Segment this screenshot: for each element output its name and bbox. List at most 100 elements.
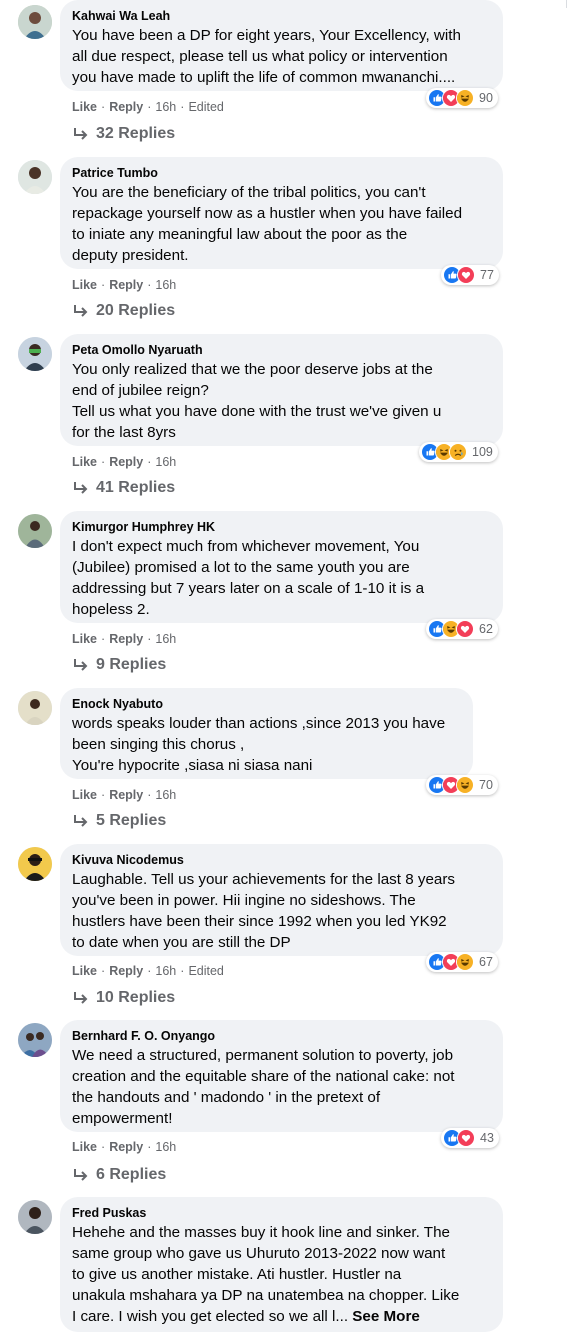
separator-dot: ·: [101, 788, 106, 802]
comment-text-line: (Jubilee) promised a lot to the same you…: [72, 559, 410, 576]
reaction-summary[interactable]: 67: [426, 952, 498, 972]
comment-author[interactable]: Bernhard F. O. Onyango: [72, 1028, 491, 1044]
comment-text: We need a structured, permanent solution…: [72, 1045, 491, 1129]
separator-dot: ·: [101, 964, 106, 978]
comment-text: You are the beneficiary of the tribal po…: [72, 182, 491, 266]
reply-arrow-icon: [74, 1169, 88, 1181]
avatar[interactable]: [18, 514, 52, 548]
like-button[interactable]: Like: [72, 100, 97, 114]
view-replies-link[interactable]: 6 Replies: [72, 1165, 166, 1185]
view-replies-link[interactable]: 32 Replies: [72, 124, 175, 144]
replies-count-label: 6 Replies: [96, 1166, 167, 1183]
comment-text-line: you have made to uplift the life of comm…: [72, 69, 456, 86]
haha-reaction-icon: [456, 953, 474, 971]
avatar[interactable]: [18, 5, 52, 39]
comment-timestamp[interactable]: 16h: [155, 278, 176, 292]
comment-bubble: Patrice Tumbo You are the beneficiary of…: [60, 157, 503, 269]
comment-text-line: creation and the equitable share of the …: [72, 1068, 455, 1085]
reply-arrow-icon: [74, 659, 88, 671]
edited-label[interactable]: Edited: [188, 964, 223, 978]
reaction-summary[interactable]: 70: [426, 775, 498, 795]
reply-arrow-icon: [74, 482, 88, 494]
comment-text: Laughable. Tell us your achievements for…: [72, 869, 491, 953]
comment-author[interactable]: Enock Nyabuto: [72, 696, 461, 712]
comment-actions: Like · Reply · 16h: [72, 631, 176, 647]
comment-timestamp[interactable]: 16h: [155, 632, 176, 646]
separator-dot: ·: [101, 455, 106, 469]
view-replies-link[interactable]: 20 Replies: [72, 301, 175, 321]
comment-text-line: deputy president.: [72, 247, 189, 264]
reply-button[interactable]: Reply: [109, 632, 143, 646]
comment-text-line: end of jubilee reign?: [72, 382, 209, 399]
comment-text-line: to give us another mistake. Ati hustler.…: [72, 1266, 402, 1283]
reply-button[interactable]: Reply: [109, 1140, 143, 1154]
comment-bubble: Enock Nyabuto words speaks louder than a…: [60, 688, 473, 779]
replies-count-label: 9 Replies: [96, 656, 167, 673]
comment-timestamp[interactable]: 16h: [155, 100, 176, 114]
reaction-count: 70: [479, 778, 493, 792]
separator-dot: ·: [101, 632, 106, 646]
reply-button[interactable]: Reply: [109, 788, 143, 802]
edited-label[interactable]: Edited: [188, 100, 223, 114]
comment-author[interactable]: Kivuva Nicodemus: [72, 852, 491, 868]
reply-button[interactable]: Reply: [109, 278, 143, 292]
avatar[interactable]: [18, 337, 52, 371]
reaction-summary[interactable]: 77: [441, 265, 499, 285]
reaction-summary[interactable]: 43: [441, 1128, 499, 1148]
replies-count-label: 20 Replies: [96, 302, 176, 319]
avatar[interactable]: [18, 847, 52, 881]
replies-count-label: 41 Replies: [96, 479, 176, 496]
comment-text-line: unakula mshahara ya DP na unatembea na c…: [72, 1287, 460, 1304]
comment-text-line: empowerment!: [72, 1110, 173, 1127]
like-button[interactable]: Like: [72, 278, 97, 292]
reply-button[interactable]: Reply: [109, 964, 143, 978]
comment-bubble: Bernhard F. O. Onyango We need a structu…: [60, 1020, 503, 1132]
view-replies-link[interactable]: 9 Replies: [72, 655, 166, 675]
comment-text-line: hustlers have been their since 1992 when…: [72, 913, 447, 930]
reply-button[interactable]: Reply: [109, 100, 143, 114]
reaction-count: 43: [480, 1131, 494, 1145]
like-button[interactable]: Like: [72, 1140, 97, 1154]
comment-author[interactable]: Patrice Tumbo: [72, 165, 491, 181]
comment-actions: Like · Reply · 16h: [72, 787, 176, 803]
see-more-link[interactable]: See More: [352, 1308, 420, 1325]
comment-author[interactable]: Kimurgor Humphrey HK: [72, 519, 491, 535]
reaction-summary[interactable]: 90: [426, 88, 498, 108]
comment-actions: Like · Reply · 16h: [72, 1139, 176, 1155]
like-button[interactable]: Like: [72, 455, 97, 469]
comment-author[interactable]: Peta Omollo Nyaruath: [72, 342, 491, 358]
sad-reaction-icon: [449, 443, 467, 461]
comment-timestamp[interactable]: 16h: [155, 455, 176, 469]
avatar[interactable]: [18, 1200, 52, 1234]
view-replies-link[interactable]: 5 Replies: [72, 811, 166, 831]
view-replies-link[interactable]: 41 Replies: [72, 478, 175, 498]
separator-dot: ·: [180, 100, 185, 114]
view-replies-link[interactable]: 10 Replies: [72, 988, 175, 1008]
comment-text-line: hopeless 2.: [72, 601, 150, 618]
comment-author[interactable]: Fred Puskas: [72, 1205, 491, 1221]
reaction-summary[interactable]: 109: [419, 442, 498, 462]
separator-dot: ·: [101, 100, 106, 114]
avatar[interactable]: [18, 160, 52, 194]
top-right-rule: [566, 0, 567, 8]
reply-button[interactable]: Reply: [109, 455, 143, 469]
comment-timestamp[interactable]: 16h: [155, 788, 176, 802]
separator-dot: ·: [147, 788, 152, 802]
replies-count-label: 10 Replies: [96, 989, 176, 1006]
avatar[interactable]: [18, 1023, 52, 1057]
comment-timestamp[interactable]: 16h: [155, 1140, 176, 1154]
like-button[interactable]: Like: [72, 964, 97, 978]
comment-text-line: Laughable. Tell us your achievements for…: [72, 871, 456, 888]
comment-timestamp[interactable]: 16h: [155, 964, 176, 978]
reaction-count: 90: [479, 91, 493, 105]
comment-text-line: the handouts and ' madondo ' in the pret…: [72, 1089, 381, 1106]
like-button[interactable]: Like: [72, 632, 97, 646]
separator-dot: ·: [147, 632, 152, 646]
separator-dot: ·: [101, 278, 106, 292]
avatar[interactable]: [18, 691, 52, 725]
separator-dot: ·: [147, 964, 152, 978]
comment-author[interactable]: Kahwai Wa Leah: [72, 8, 491, 24]
comment-text-line: all due respect, please tell us what pol…: [72, 48, 448, 65]
reaction-summary[interactable]: 62: [426, 619, 498, 639]
like-button[interactable]: Like: [72, 788, 97, 802]
